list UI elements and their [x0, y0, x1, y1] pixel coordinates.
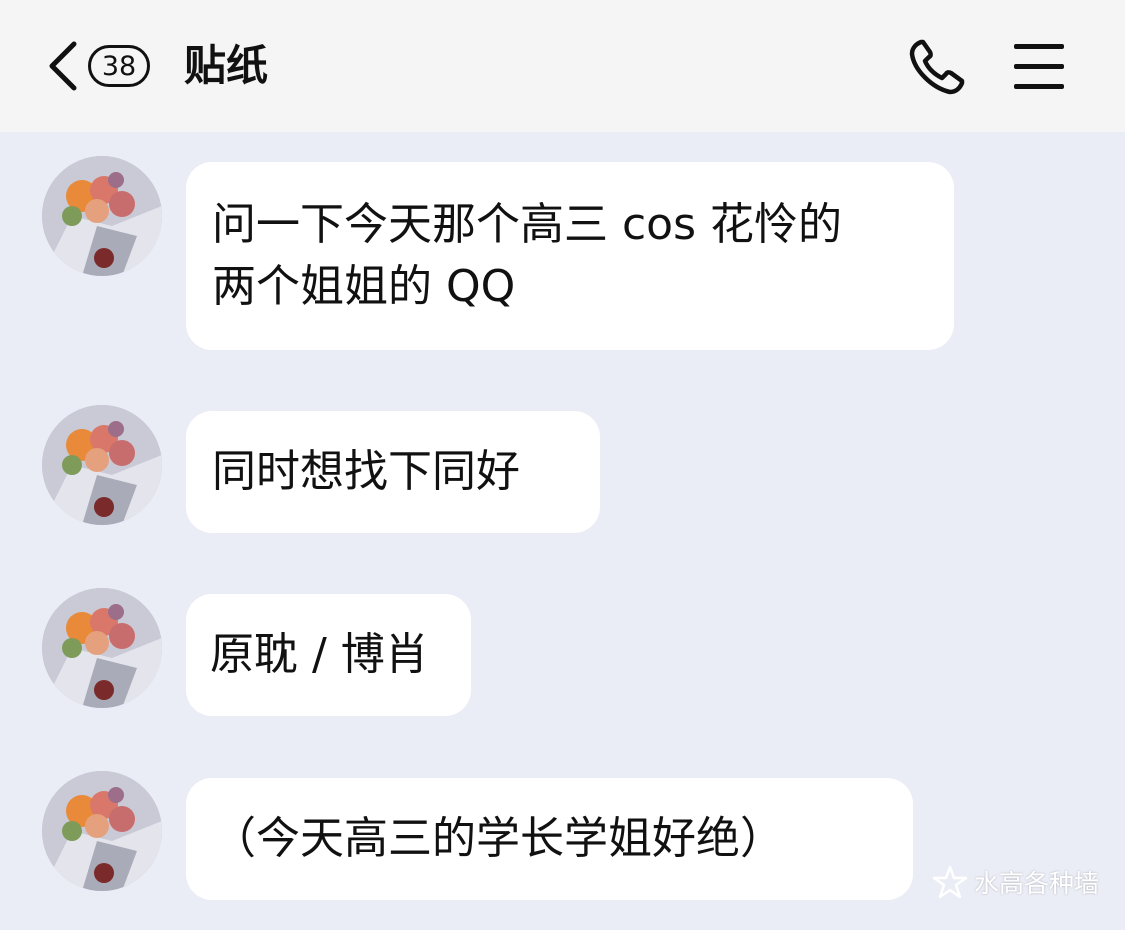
star-logo-icon [932, 865, 968, 899]
menu-line-icon [1014, 64, 1064, 69]
back-button[interactable]: 38 [44, 38, 164, 94]
message-text-line: 问一下今天那个高三 cos 花怜的 [212, 199, 843, 250]
flower-bouquet-avatar [42, 405, 162, 525]
message-text-line: （今天高三的学长学姐好绝） [212, 813, 784, 864]
message-text-line: 两个姐姐的 QQ [212, 261, 516, 312]
message-text-line: 原耽 / 博肖 [210, 629, 429, 680]
watermark: 水高各种墙 [932, 862, 1099, 902]
chat-header: 38 贴纸 [0, 0, 1125, 132]
message-bubble[interactable]: （今天高三的学长学姐好绝） [186, 778, 913, 900]
message-bubble[interactable]: 同时想找下同好 [186, 411, 600, 533]
sender-avatar[interactable] [42, 588, 162, 708]
message-text-line: 同时想找下同好 [212, 446, 520, 497]
chevron-left-icon [49, 41, 77, 91]
sender-avatar[interactable] [42, 771, 162, 891]
menu-button[interactable] [1012, 42, 1066, 90]
sender-avatar[interactable] [42, 156, 162, 276]
sender-avatar[interactable] [42, 405, 162, 525]
flower-bouquet-avatar [42, 588, 162, 708]
message-bubble[interactable]: 问一下今天那个高三 cos 花怜的 两个姐姐的 QQ [186, 162, 954, 350]
menu-line-icon [1014, 44, 1064, 49]
phone-icon [909, 39, 965, 95]
unread-count-badge: 38 [88, 45, 150, 87]
message-bubble[interactable]: 原耽 / 博肖 [186, 594, 471, 716]
watermark-text: 水高各种墙 [974, 869, 1100, 898]
menu-line-icon [1014, 84, 1064, 89]
call-button[interactable] [906, 36, 968, 98]
chat-title: 贴纸 [184, 41, 269, 90]
flower-bouquet-avatar [42, 771, 162, 891]
flower-bouquet-avatar [42, 156, 162, 276]
